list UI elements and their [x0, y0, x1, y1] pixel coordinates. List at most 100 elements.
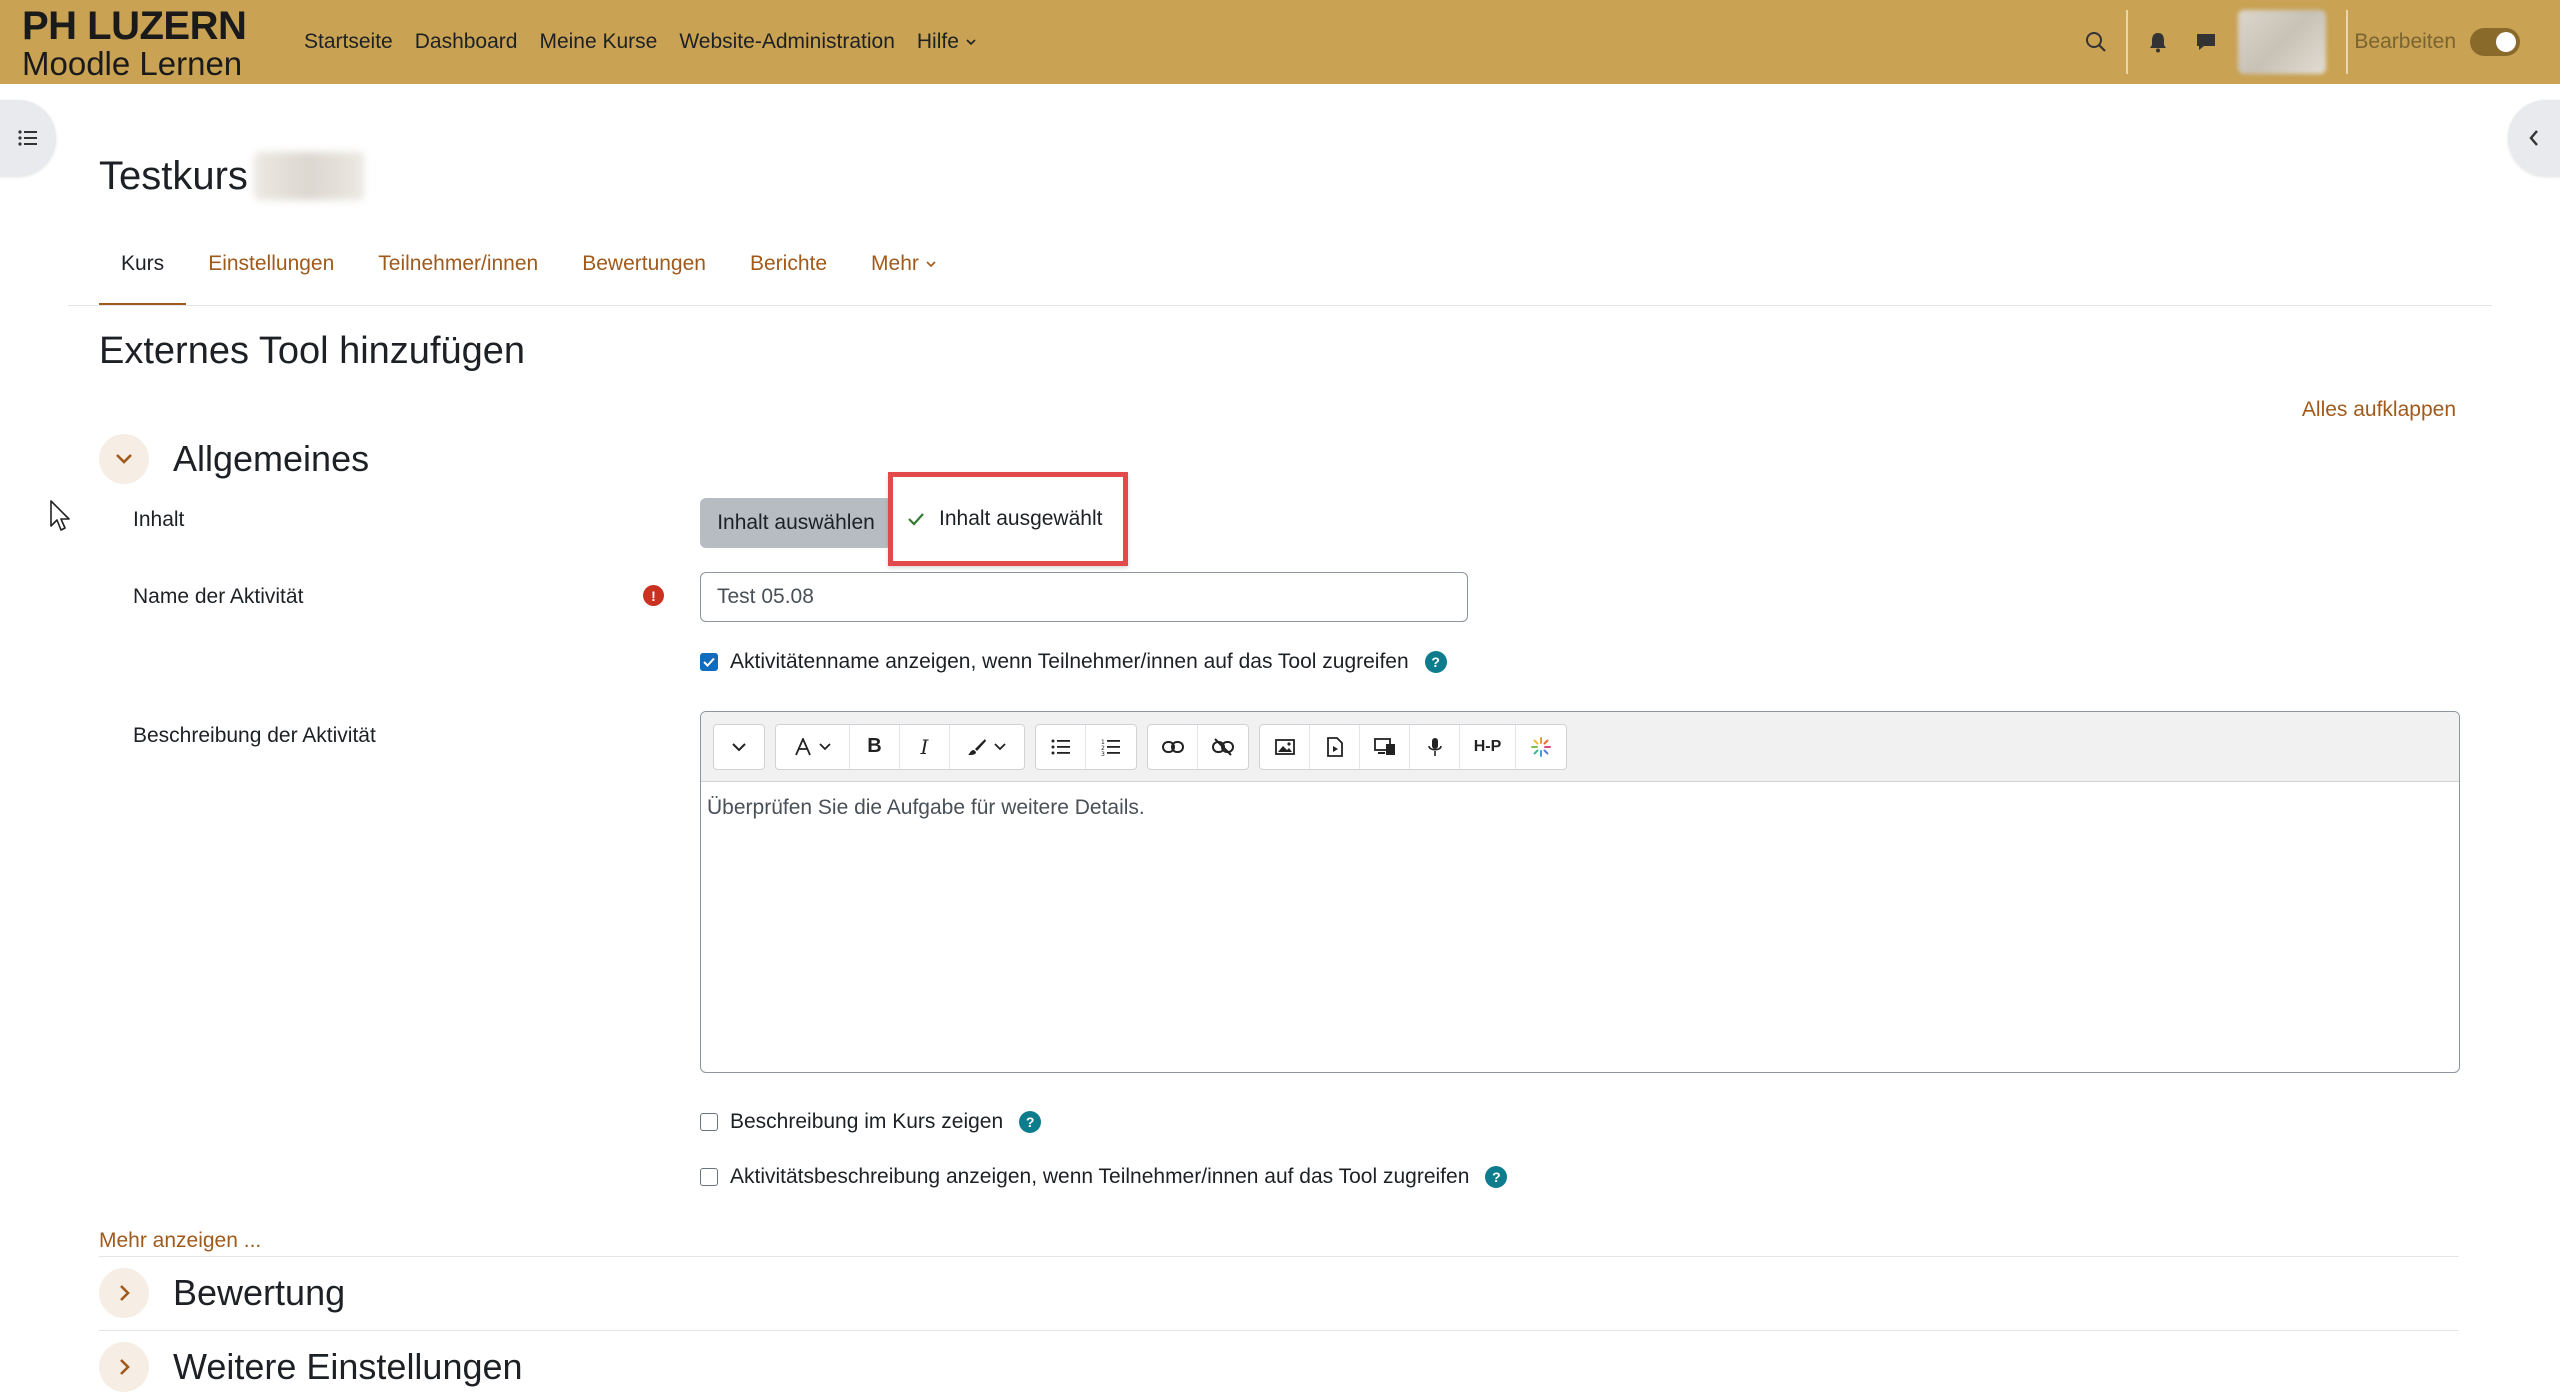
nav-meine-kurse[interactable]: Meine Kurse [539, 30, 657, 54]
numbered-list-icon: 123 [1101, 739, 1120, 756]
select-content-button[interactable]: Inhalt auswählen [700, 498, 892, 548]
primary-navigation: Startseite Dashboard Meine Kurse Website… [304, 0, 977, 84]
insert-media-button[interactable] [1310, 724, 1360, 769]
chevron-down-icon [818, 743, 831, 751]
devices-icon [1373, 737, 1395, 755]
microphone-icon [1427, 737, 1442, 756]
unordered-list-button[interactable] [1036, 724, 1086, 769]
redacted-text [253, 152, 364, 200]
h5p-button[interactable]: H-P [1460, 724, 1516, 769]
show-name-checkbox[interactable] [700, 653, 718, 671]
insert-image-button[interactable] [1260, 724, 1310, 769]
collapse-toggle[interactable] [99, 434, 149, 484]
help-icon[interactable]: ? [1019, 1111, 1042, 1133]
chevron-down-icon [966, 39, 976, 46]
content-selected-status: Inhalt ausgewählt [888, 472, 1128, 566]
italic-icon: I [920, 734, 929, 759]
help-icon[interactable]: ? [1485, 1166, 1508, 1188]
divider [99, 1330, 2459, 1331]
h5p-icon: H-P [1473, 737, 1502, 755]
block-drawer-button[interactable] [2508, 100, 2560, 176]
bold-button[interactable]: B [850, 724, 900, 769]
tab-mehr[interactable]: Mehr [849, 240, 959, 306]
toolbar-group-media: H-P [1259, 723, 1567, 770]
toolbar-group-toggle [713, 723, 765, 770]
chevron-down-icon [732, 742, 746, 751]
ordered-list-button[interactable]: 123 [1086, 725, 1136, 769]
image-icon [1274, 738, 1295, 755]
section-grading-title: Bewertung [173, 1272, 346, 1313]
brush-icon [968, 738, 986, 755]
font-style-icon [794, 737, 811, 755]
expand-toggle[interactable] [99, 1268, 149, 1318]
section-grading-header[interactable]: Bewertung [99, 1268, 345, 1318]
show-name-label: Aktivitätenname anzeigen, wenn Teilnehme… [730, 650, 1409, 673]
messages-button[interactable] [2182, 18, 2230, 66]
divider [2126, 10, 2129, 74]
bullet-list-icon [1051, 739, 1070, 754]
expand-toggle[interactable] [99, 1342, 149, 1392]
italic-button[interactable]: I [900, 724, 950, 769]
nav-hilfe-menu[interactable]: Hilfe [917, 30, 977, 54]
description-editor: B I 123 H-P Überprüfen Sie die Aufgabe f… [700, 711, 2460, 1073]
nav-hilfe-label: Hilfe [916, 30, 959, 53]
bell-icon [2150, 33, 2167, 53]
editor-toolbar: B I 123 H-P [701, 712, 2459, 782]
nav-startseite[interactable]: Startseite [304, 30, 393, 54]
user-avatar[interactable] [2238, 10, 2327, 74]
edit-mode-toggle[interactable] [2470, 28, 2520, 56]
search-button[interactable] [2072, 18, 2120, 66]
activity-name-label: Name der Aktivität [133, 585, 304, 608]
tab-bewertungen[interactable]: Bewertungen [560, 240, 728, 306]
tab-einstellungen[interactable]: Einstellungen [186, 240, 356, 306]
course-index-drawer-button[interactable] [0, 100, 56, 176]
chevron-right-icon [120, 1285, 130, 1301]
checkmark-icon [703, 657, 715, 667]
manage-files-button[interactable] [1360, 724, 1410, 769]
site-logo[interactable]: PH LUZERN Moodle Lernen [22, 6, 247, 82]
section-further-settings-header[interactable]: Weitere Einstellungen [99, 1342, 523, 1392]
description-label: Beschreibung der Aktivität [133, 724, 376, 747]
show-description-tool-checkbox[interactable] [700, 1168, 718, 1186]
section-further-settings-title: Weitere Einstellungen [173, 1346, 523, 1387]
nav-dashboard[interactable]: Dashboard [415, 30, 518, 54]
toolbar-group-links [1147, 723, 1249, 770]
chat-icon [2197, 34, 2216, 50]
chevron-right-icon [120, 1359, 130, 1375]
link-button[interactable] [1148, 724, 1198, 769]
course-title: Testkurs [99, 153, 248, 198]
ai-generate-button[interactable] [1516, 725, 1566, 769]
show-more-link[interactable]: Mehr anzeigen ... [99, 1229, 261, 1253]
navbar-actions: Bearbeiten [2072, 0, 2560, 84]
nav-website-administration[interactable]: Website-Administration [679, 30, 895, 54]
top-navbar: PH LUZERN Moodle Lernen Startseite Dashb… [0, 0, 2560, 84]
chevron-down-icon [926, 261, 936, 268]
show-description-course-checkbox[interactable] [700, 1113, 718, 1131]
help-icon[interactable]: ? [1424, 651, 1447, 673]
show-description-course-option: Beschreibung im Kurs zeigen ? [700, 1110, 1042, 1134]
chevron-down-icon [994, 743, 1006, 751]
toolbar-toggle-button[interactable] [714, 725, 764, 769]
editor-content-area[interactable]: Überprüfen Sie die Aufgabe für weitere D… [701, 782, 2459, 834]
expand-all-link[interactable]: Alles aufklappen [2302, 398, 2456, 422]
tab-teilnehmer[interactable]: Teilnehmer/innen [356, 240, 560, 306]
paragraph-style-button[interactable] [776, 724, 850, 769]
tab-berichte[interactable]: Berichte [728, 240, 849, 306]
file-media-icon [1326, 736, 1343, 757]
toolbar-group-format: B I [775, 723, 1025, 770]
content-selected-text: Inhalt ausgewählt [939, 507, 1103, 530]
record-audio-button[interactable] [1410, 724, 1460, 769]
sparkle-icon [1531, 736, 1551, 757]
activity-name-input[interactable]: Test 05.08 [700, 572, 1468, 622]
font-color-button[interactable] [950, 725, 1024, 769]
logo-line2: Moodle Lernen [22, 45, 243, 82]
unlink-button[interactable] [1198, 725, 1248, 769]
section-general-header[interactable]: Allgemeines [99, 434, 369, 484]
section-general-title: Allgemeines [173, 438, 370, 479]
link-icon [1161, 740, 1184, 753]
secondary-navigation: Kurs Einstellungen Teilnehmer/innen Bewe… [99, 240, 959, 306]
check-icon [908, 513, 924, 526]
edit-mode-switch[interactable]: Bearbeiten [2354, 28, 2520, 56]
notifications-button[interactable] [2134, 18, 2182, 66]
tab-kurs[interactable]: Kurs [99, 240, 187, 306]
